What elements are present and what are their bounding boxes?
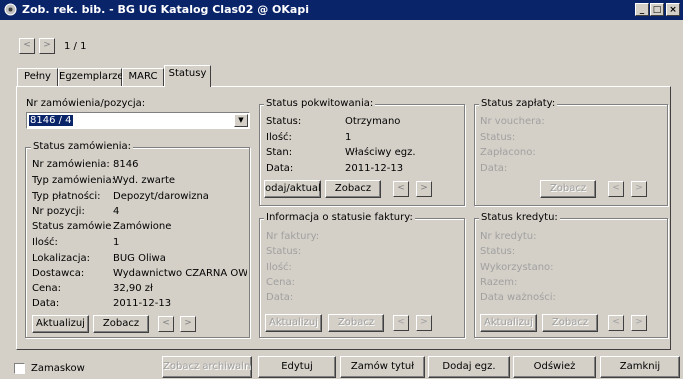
payment-label: Nr vouchera: (480, 116, 545, 127)
receipt-next-button[interactable]: > (416, 181, 432, 197)
credit-label: Razem: (480, 277, 518, 288)
order-row-value: Depozyt/darowizna (113, 191, 209, 202)
credit-label: Status: (480, 246, 516, 257)
order-row-value: BUG Oliwa (113, 253, 166, 264)
order-row-label: Nr zamówienia: (32, 159, 110, 170)
prev-record-button[interactable]: < (19, 38, 35, 54)
receipt-prev-button[interactable]: < (393, 181, 409, 197)
invoice-label: Cena: (266, 277, 295, 288)
order-row-value: Wyd. zwarte (113, 175, 176, 186)
receipt-view-button[interactable]: Zobacz (325, 180, 381, 198)
invoice-prev-button[interactable]: < (393, 315, 409, 331)
minimize-button[interactable]: _ (635, 3, 649, 16)
order-update-button[interactable]: Aktualizuj (32, 315, 89, 333)
credit-prev-button[interactable]: < (608, 315, 624, 331)
credit-next-button[interactable]: > (631, 315, 647, 331)
edit-button[interactable]: Edytuj (258, 356, 336, 378)
chevron-down-icon[interactable]: ▼ (234, 114, 248, 127)
order-row-label: Cena: (32, 283, 61, 294)
payment-next-button[interactable]: > (631, 181, 647, 197)
order-row-label: Nr pozycji: (32, 206, 85, 217)
order-row-value: Wydawnictwo CZARNA OWC. (113, 268, 247, 279)
invoice-label: Nr faktury: (266, 231, 320, 242)
receipt-row-label: Data: (266, 163, 294, 174)
order-title-button[interactable]: Zamów tytuł (340, 356, 425, 378)
window-title: Zob. rek. bib. - BG UG Katalog Clas02 @ … (22, 3, 309, 16)
order-row-label: Typ zamówienia: (32, 175, 115, 186)
tab-egzemplarze[interactable]: Egzemplarze (58, 68, 124, 86)
order-row-value: 2011-12-13 (113, 298, 172, 309)
payment-label: Data: (480, 163, 508, 174)
order-status-title: Status zamówienia: (31, 141, 134, 152)
close-button[interactable]: Zamknij (600, 356, 680, 378)
receipt-row-value: 2011-12-13 (345, 163, 404, 174)
receipt-status-title: Status pokwitowania: (264, 98, 376, 109)
mask-label: Zamaskow (31, 363, 85, 374)
receipt-row-label: Stan: (266, 147, 293, 158)
invoice-label: Ilość: (266, 262, 292, 273)
credit-view-button[interactable]: Zobacz (542, 314, 598, 332)
order-number-select[interactable]: 8146 / 4 ▼ (26, 112, 250, 129)
maximize-button[interactable]: □ (650, 3, 664, 16)
order-row-label: Lokalizacja: (32, 253, 90, 264)
tab-statusy[interactable]: Statusy (164, 65, 211, 87)
invoice-view-button[interactable]: Zobacz (328, 314, 384, 332)
order-row-label: Typ płatności: (32, 191, 101, 202)
order-row-value: Zamówione (113, 221, 172, 232)
order-row-value: 1 (113, 237, 120, 248)
credit-label: Data ważności: (480, 292, 556, 303)
order-row-value: 32,90 zł (113, 283, 153, 294)
order-row-value: 4 (113, 206, 120, 217)
order-number-label: Nr zamówienia/pozycja: (26, 98, 146, 109)
app-icon (4, 3, 17, 16)
order-row-label: Status zamówien (32, 221, 112, 232)
payment-prev-button[interactable]: < (608, 181, 624, 197)
next-record-button[interactable]: > (39, 38, 55, 54)
credit-label: Wykorzystano: (480, 262, 554, 273)
receipt-row-value: Właściwy egz. (345, 147, 416, 158)
invoice-next-button[interactable]: > (416, 315, 432, 331)
credit-label: Nr kredytu: (480, 231, 537, 242)
receipt-row-label: Ilość: (266, 132, 292, 143)
payment-label: Zapłacono: (480, 147, 536, 158)
close-window-button[interactable]: × (666, 3, 680, 16)
mask-checkbox[interactable] (14, 363, 25, 374)
invoice-status-title: Informacja o statusie faktury: (264, 212, 415, 223)
order-row-label: Ilość: (32, 237, 58, 248)
tab-marc[interactable]: MARC (122, 68, 164, 86)
order-next-button[interactable]: > (180, 316, 196, 332)
credit-status-title: Status kredytu: (479, 212, 560, 223)
view-archive-button[interactable]: Zobacz archiwalny (162, 356, 252, 378)
payment-status-title: Status zapłaty: (479, 98, 558, 109)
add-copy-button[interactable]: Dodaj egz. (428, 356, 510, 378)
credit-update-button[interactable]: Aktualizuj (480, 314, 537, 332)
title-bar: Zob. rek. bib. - BG UG Katalog Clas02 @ … (0, 0, 683, 20)
invoice-update-button[interactable]: Aktualizuj (265, 314, 322, 332)
payment-label: Status: (480, 132, 516, 143)
record-counter: 1 / 1 (64, 41, 87, 52)
invoice-label: Status: (266, 246, 302, 257)
tab-pelny[interactable]: Pełny (17, 68, 58, 86)
order-row-value: 8146 (113, 159, 139, 170)
order-row-label: Data: (32, 298, 60, 309)
order-number-value: 8146 / 4 (29, 115, 73, 126)
receipt-update-button[interactable]: odaj/aktualiz (264, 180, 321, 198)
receipt-row-value: 1 (345, 132, 352, 143)
order-view-button[interactable]: Zobacz (93, 315, 149, 333)
payment-view-button[interactable]: Zobacz (540, 180, 596, 198)
invoice-label: Data: (266, 292, 294, 303)
order-prev-button[interactable]: < (158, 316, 174, 332)
order-row-label: Dostawca: (32, 268, 85, 279)
receipt-row-value: Otrzymano (345, 116, 401, 127)
receipt-row-label: Status: (266, 116, 302, 127)
refresh-button[interactable]: Odśwież (513, 356, 596, 378)
